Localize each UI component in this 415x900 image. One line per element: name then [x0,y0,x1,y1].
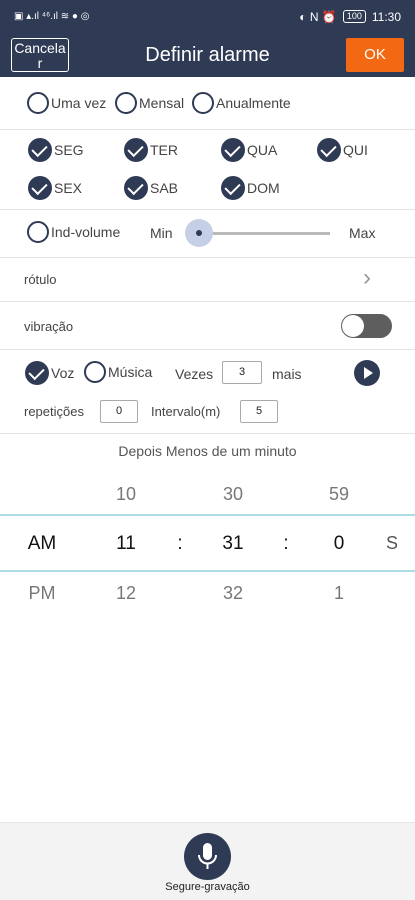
day-dom[interactable]: DOM [221,176,280,200]
repeat-yearly-label: Anualmente [216,95,291,111]
volume-slider-track[interactable] [200,232,330,235]
volume-min-label: Min [150,225,173,241]
battery-icon: 100 [342,10,366,23]
picker-ampm-selected[interactable]: AM [18,533,66,555]
checkbox-qua[interactable] [221,138,245,162]
repeat-mode-row: Uma vez Mensal Anualmente [0,77,415,130]
day-qua[interactable]: QUA [221,138,277,162]
status-left-icons: ▣ ▴.ıl ⁴⁶.ıl ≋ ● ◎ [14,11,90,22]
day-sab-label: SAB [150,180,179,196]
day-seg-label: SEG [54,142,84,158]
radio-once[interactable] [27,92,49,114]
repeticoes-label: repetições [24,404,84,419]
checkbox-qui[interactable] [317,138,341,162]
day-qui[interactable]: QUI [317,138,368,162]
picker-hour-above[interactable]: 10 [105,484,147,505]
day-ter[interactable]: TER [124,138,178,162]
picker-second-above[interactable]: 59 [318,484,360,505]
day-qui-label: QUI [343,142,368,158]
checkbox-sab[interactable] [124,176,148,200]
ind-volume-option[interactable]: Ind-volume [27,221,120,243]
app-header: Cancelar Definir alarme OK [0,33,415,77]
repeticoes-input[interactable]: 0 [100,400,138,423]
ind-volume-label: Ind-volume [51,224,121,240]
picker-separator-2: : [283,533,289,554]
picker-bottom-divider [0,570,415,572]
day-qua-label: QUA [247,142,278,158]
radio-monthly[interactable] [115,92,137,114]
picker-minute-selected[interactable]: 31 [212,533,254,555]
picker-top-divider [0,514,415,516]
label-row[interactable]: rótulo › [0,258,415,302]
chevron-right-icon: › [363,264,371,291]
repeat-monthly-option[interactable]: Mensal [115,92,184,114]
picker-second-unit: S [385,533,398,553]
radio-ind-volume[interactable] [27,221,49,243]
day-sex[interactable]: SEX [28,176,82,200]
status-bar: ▣ ▴.ıl ⁴⁶.ıl ≋ ● ◎ ◐ N ⏰ 100 11:30 [0,0,415,33]
sound-repeat-row [0,350,415,434]
intervalo-input[interactable]: 5 [240,400,278,423]
picker-second-below[interactable]: 1 [318,583,360,604]
radio-yearly[interactable] [192,92,214,114]
checkbox-sex[interactable] [28,176,52,200]
volume-slider-handle[interactable] [185,219,213,247]
checkbox-ter[interactable] [124,138,148,162]
label-row-text: rótulo [24,272,57,287]
vibration-label: vibração [24,319,74,334]
day-dom-label: DOM [247,180,280,196]
day-ter-label: TER [150,142,178,158]
checkbox-seg[interactable] [28,138,52,162]
picker-hour-below[interactable]: 12 [105,583,147,604]
picker-ampm-below[interactable]: PM [18,583,66,604]
weekday-row: SEG TER QUA QUI SEX SAB DOM [0,130,415,210]
repeat-once-option[interactable]: Uma vez [27,92,106,114]
countdown-text: Depois Menos de um minuto [118,443,297,459]
microphone-icon [198,843,217,869]
day-sab[interactable]: SAB [124,176,178,200]
intervalo-label: Intervalo(m) [151,404,221,419]
day-sex-label: SEX [54,180,83,196]
day-seg[interactable]: SEG [28,138,84,162]
picker-second-selected[interactable]: 0 [318,533,360,555]
bottom-bar: Segure-gravação [0,822,415,900]
picker-minute-above[interactable]: 30 [212,484,254,505]
repeat-yearly-option[interactable]: Anualmente [192,92,291,114]
status-time: 11:30 [371,9,401,24]
picker-hour-selected[interactable]: 11 [105,533,147,555]
ok-button[interactable]: OK [346,38,404,72]
repeat-monthly-label: Mensal [139,95,185,111]
picker-separator-1: : [177,533,183,554]
record-label: Segure-gravação [165,881,250,893]
status-right-icons: ◐ N ⏰ [299,9,337,24]
volume-max-label: Max [349,225,376,241]
checkbox-dom[interactable] [221,176,245,200]
microphone-button[interactable] [184,833,231,880]
vibration-toggle[interactable] [341,314,392,338]
repeat-once-label: Uma vez [51,95,107,111]
picker-minute-below[interactable]: 32 [212,583,254,604]
